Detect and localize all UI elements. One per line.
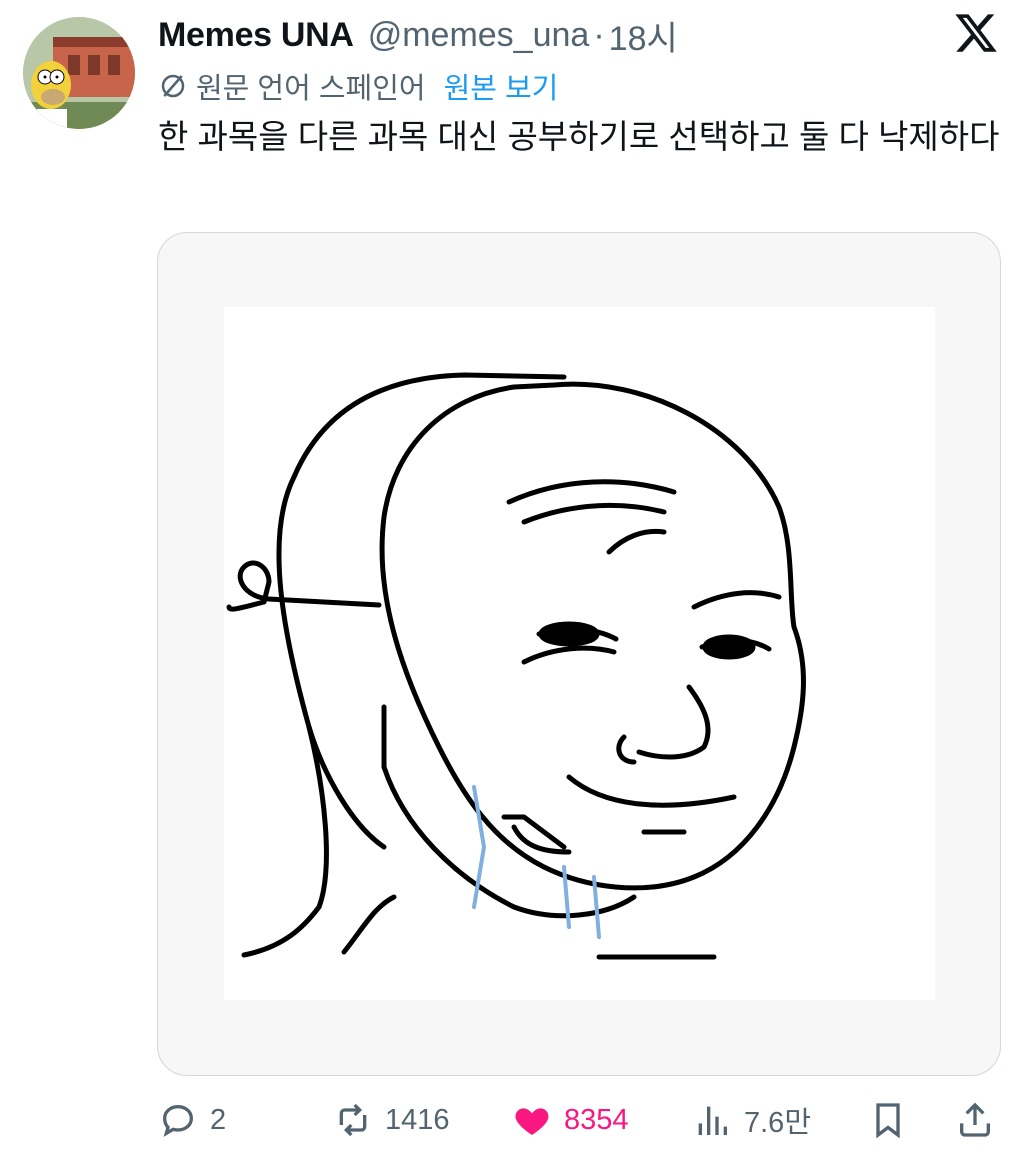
heart-icon — [515, 1108, 549, 1135]
x-logo-icon[interactable] — [953, 10, 999, 56]
share-icon — [960, 1102, 990, 1137]
translation-notice: 원문 언어 스페인어 원본 보기 — [158, 66, 558, 106]
translate-icon — [161, 74, 185, 98]
reply-button[interactable]: 2 — [158, 1092, 226, 1148]
retweet-button[interactable]: 1416 — [333, 1092, 450, 1148]
views-button[interactable]: 7.6만 — [692, 1092, 811, 1148]
bookmark-icon — [876, 1103, 900, 1139]
translation-label: 원문 언어 스페인어 — [196, 73, 426, 105]
reply-count: 2 — [210, 1103, 227, 1136]
views-count: 7.6만 — [744, 1107, 811, 1139]
share-button[interactable] — [955, 1092, 995, 1148]
avatar-image — [23, 17, 135, 129]
author-name[interactable]: Memes UNA — [158, 16, 354, 55]
meme-image[interactable] — [224, 307, 935, 1000]
separator-dot: · — [593, 15, 605, 54]
tweet-header: Memes UNA @memes_una · 18시 — [158, 12, 678, 58]
author-avatar[interactable] — [23, 17, 135, 129]
retweet-count: 1416 — [385, 1103, 450, 1136]
tweet-action-bar: 2 1416 8354 7.6만 — [0, 1092, 1024, 1148]
wojak-mask-drawing — [226, 372, 806, 960]
tweet-media-card[interactable] — [157, 232, 1001, 1076]
retweet-icon — [339, 1103, 367, 1137]
tweet-timestamp[interactable]: 18시 — [609, 11, 678, 60]
bookmark-button[interactable] — [868, 1092, 908, 1148]
author-handle[interactable]: @memes_una — [368, 16, 590, 55]
reply-icon — [162, 1104, 194, 1137]
show-original-link[interactable]: 원본 보기 — [444, 65, 559, 107]
like-button[interactable]: 8354 — [512, 1092, 629, 1148]
like-count: 8354 — [564, 1103, 629, 1136]
tweet-text: 한 과목을 다른 과목 대신 공부하기로 선택하고 둘 다 낙제하다 — [158, 118, 1000, 155]
views-icon — [698, 1106, 727, 1135]
